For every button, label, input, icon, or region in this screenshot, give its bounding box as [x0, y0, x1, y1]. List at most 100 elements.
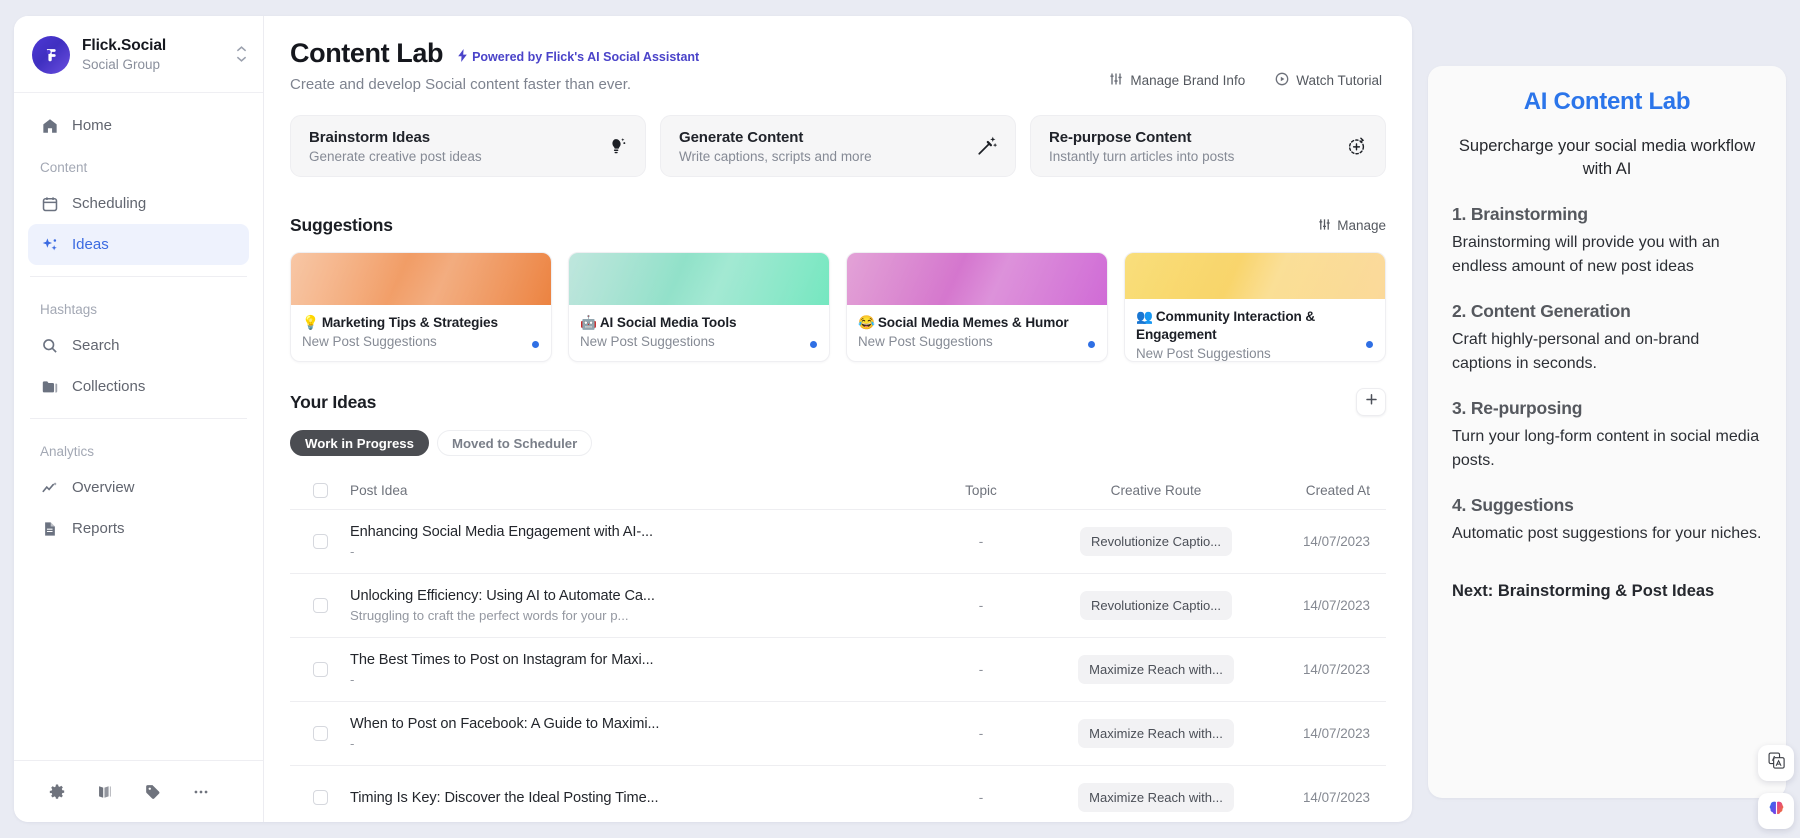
suggestion-emoji: 💡 — [302, 315, 319, 330]
step-text: Craft highly-personal and on-brand capti… — [1452, 328, 1762, 376]
topic-cell: - — [906, 534, 1056, 549]
row-select-cell — [290, 790, 350, 805]
post-idea-cell: Enhancing Social Media Engagement with A… — [350, 524, 906, 559]
sidebar-item-label: Home — [72, 117, 112, 134]
panel-subtitle: Supercharge your social media workflow w… — [1452, 135, 1762, 182]
tag-icon[interactable] — [144, 783, 162, 801]
suggestion-card[interactable]: 💡Marketing Tips & Strategies New Post Su… — [290, 252, 552, 362]
topic-cell: - — [906, 726, 1056, 741]
sliders-icon — [1109, 72, 1123, 89]
suggestion-card[interactable]: 🤖AI Social Media Tools New Post Suggesti… — [568, 252, 830, 362]
step-heading: 1. Brainstorming — [1452, 204, 1762, 225]
ai-assistant-button[interactable] — [1758, 793, 1794, 829]
watch-tutorial-button[interactable]: Watch Tutorial — [1275, 72, 1382, 89]
suggestion-banner — [847, 253, 1107, 305]
chevron-updown-icon — [236, 46, 247, 63]
creative-route-pill: Maximize Reach with... — [1078, 719, 1234, 748]
column-header-creative-route: Creative Route — [1056, 483, 1256, 498]
panel-title: AI Content Lab — [1452, 88, 1762, 116]
flick-logo-icon — [32, 36, 70, 74]
card-subtitle: Instantly turn articles into posts — [1049, 149, 1234, 164]
sidebar-item-home[interactable]: Home — [28, 105, 249, 146]
plus-icon — [1365, 393, 1378, 411]
creative-route-cell: Revolutionize Captio... — [1056, 591, 1256, 620]
lightbulb-sparkle-icon — [606, 136, 627, 157]
creative-route-cell: Maximize Reach with... — [1056, 783, 1256, 812]
created-at-cell: 14/07/2023 — [1256, 726, 1386, 741]
column-header-topic: Topic — [906, 483, 1056, 498]
powered-by-label: Powered by Flick's AI Social Assistant — [472, 50, 699, 64]
add-idea-button[interactable] — [1356, 388, 1386, 416]
sidebar-item-label: Reports — [72, 520, 125, 537]
sidebar-group-label-hashtags: Hashtags — [28, 288, 249, 325]
gear-icon[interactable] — [48, 783, 66, 801]
folder-icon — [40, 377, 59, 396]
suggestion-card[interactable]: 😂Social Media Memes & Humor New Post Sug… — [846, 252, 1108, 362]
app-root: Flick.Social Social Group Home — [0, 0, 1800, 838]
row-select-cell — [290, 598, 350, 613]
sidebar-group-label-analytics: Analytics — [28, 430, 249, 467]
home-icon — [40, 116, 59, 135]
creative-route-pill: Maximize Reach with... — [1078, 783, 1234, 812]
post-idea-title: The Best Times to Post on Instagram for … — [350, 652, 886, 668]
app-shell: Flick.Social Social Group Home — [14, 16, 1412, 822]
card-title: Re-purpose Content — [1049, 129, 1234, 146]
workspace-switcher[interactable]: Flick.Social Social Group — [14, 16, 263, 93]
sidebar-footer — [14, 760, 263, 822]
table-row[interactable]: Unlocking Efficiency: Using AI to Automa… — [290, 574, 1386, 638]
row-checkbox[interactable] — [313, 726, 328, 741]
sidebar-item-scheduling[interactable]: Scheduling — [28, 183, 249, 224]
your-ideas-header: Your Ideas — [290, 388, 1386, 416]
repurpose-content-card[interactable]: Re-purpose Content Instantly turn articl… — [1030, 115, 1386, 177]
tab-work-in-progress[interactable]: Work in Progress — [290, 430, 429, 456]
manage-brand-info-label: Manage Brand Info — [1130, 73, 1245, 88]
table-row[interactable]: Timing Is Key: Discover the Ideal Postin… — [290, 766, 1386, 822]
manage-brand-info-button[interactable]: Manage Brand Info — [1109, 72, 1245, 89]
suggestion-card[interactable]: 👥Community Interaction & Engagement New … — [1124, 252, 1386, 362]
table-row[interactable]: When to Post on Facebook: A Guide to Max… — [290, 702, 1386, 766]
sidebar-item-overview[interactable]: Overview — [28, 467, 249, 508]
manage-suggestions-button[interactable]: Manage — [1318, 218, 1386, 234]
sidebar-item-label: Search — [72, 337, 120, 354]
suggestions-section: Suggestions Manage 💡Marketing Tips & Str… — [264, 197, 1412, 822]
sidebar-nav: Home Content Scheduling — [14, 93, 263, 760]
row-checkbox[interactable] — [313, 790, 328, 805]
post-idea-desc: - — [350, 736, 886, 751]
more-horizontal-icon[interactable] — [192, 783, 210, 801]
tab-moved-to-scheduler[interactable]: Moved to Scheduler — [437, 430, 592, 456]
suggestion-title-text: Social Media Memes & Humor — [878, 315, 1069, 330]
card-title: Generate Content — [679, 129, 872, 146]
select-all-checkbox[interactable] — [313, 483, 328, 498]
translate-button[interactable]: A — [1758, 745, 1794, 781]
table-row[interactable]: Enhancing Social Media Engagement with A… — [290, 510, 1386, 574]
row-select-cell — [290, 534, 350, 549]
row-checkbox[interactable] — [313, 598, 328, 613]
main-content: Content Lab Powered by Flick's AI Social… — [264, 16, 1412, 822]
creative-route-cell: Maximize Reach with... — [1056, 655, 1256, 684]
suggestion-title: 🤖AI Social Media Tools — [580, 314, 818, 331]
creative-route-pill: Maximize Reach with... — [1078, 655, 1234, 684]
ideas-tabs: Work in Progress Moved to Scheduler — [290, 430, 1386, 456]
brainstorm-ideas-card[interactable]: Brainstorm Ideas Generate creative post … — [290, 115, 646, 177]
row-checkbox[interactable] — [313, 534, 328, 549]
row-checkbox[interactable] — [313, 662, 328, 677]
book-icon[interactable] — [96, 783, 114, 801]
panel-step-3: 3. Re-purposing Turn your long-form cont… — [1452, 398, 1762, 473]
generate-content-card[interactable]: Generate Content Write captions, scripts… — [660, 115, 1016, 177]
sidebar-item-collections[interactable]: Collections — [28, 366, 249, 407]
sidebar-item-search[interactable]: Search — [28, 325, 249, 366]
sidebar-item-ideas[interactable]: Ideas — [28, 224, 249, 265]
table-header-row: Post Idea Topic Creative Route Created A… — [290, 472, 1386, 510]
row-select-cell — [290, 726, 350, 741]
new-indicator-dot — [1088, 341, 1095, 348]
sidebar-group-label-content: Content — [28, 146, 249, 183]
suggestion-banner — [569, 253, 829, 305]
row-select-cell — [290, 662, 350, 677]
creative-route-pill: Revolutionize Captio... — [1080, 527, 1232, 556]
search-icon — [40, 336, 59, 355]
sidebar-item-reports[interactable]: Reports — [28, 508, 249, 549]
topic-cell: - — [906, 662, 1056, 677]
topic-cell: - — [906, 598, 1056, 613]
table-row[interactable]: The Best Times to Post on Instagram for … — [290, 638, 1386, 702]
created-at-cell: 14/07/2023 — [1256, 790, 1386, 805]
